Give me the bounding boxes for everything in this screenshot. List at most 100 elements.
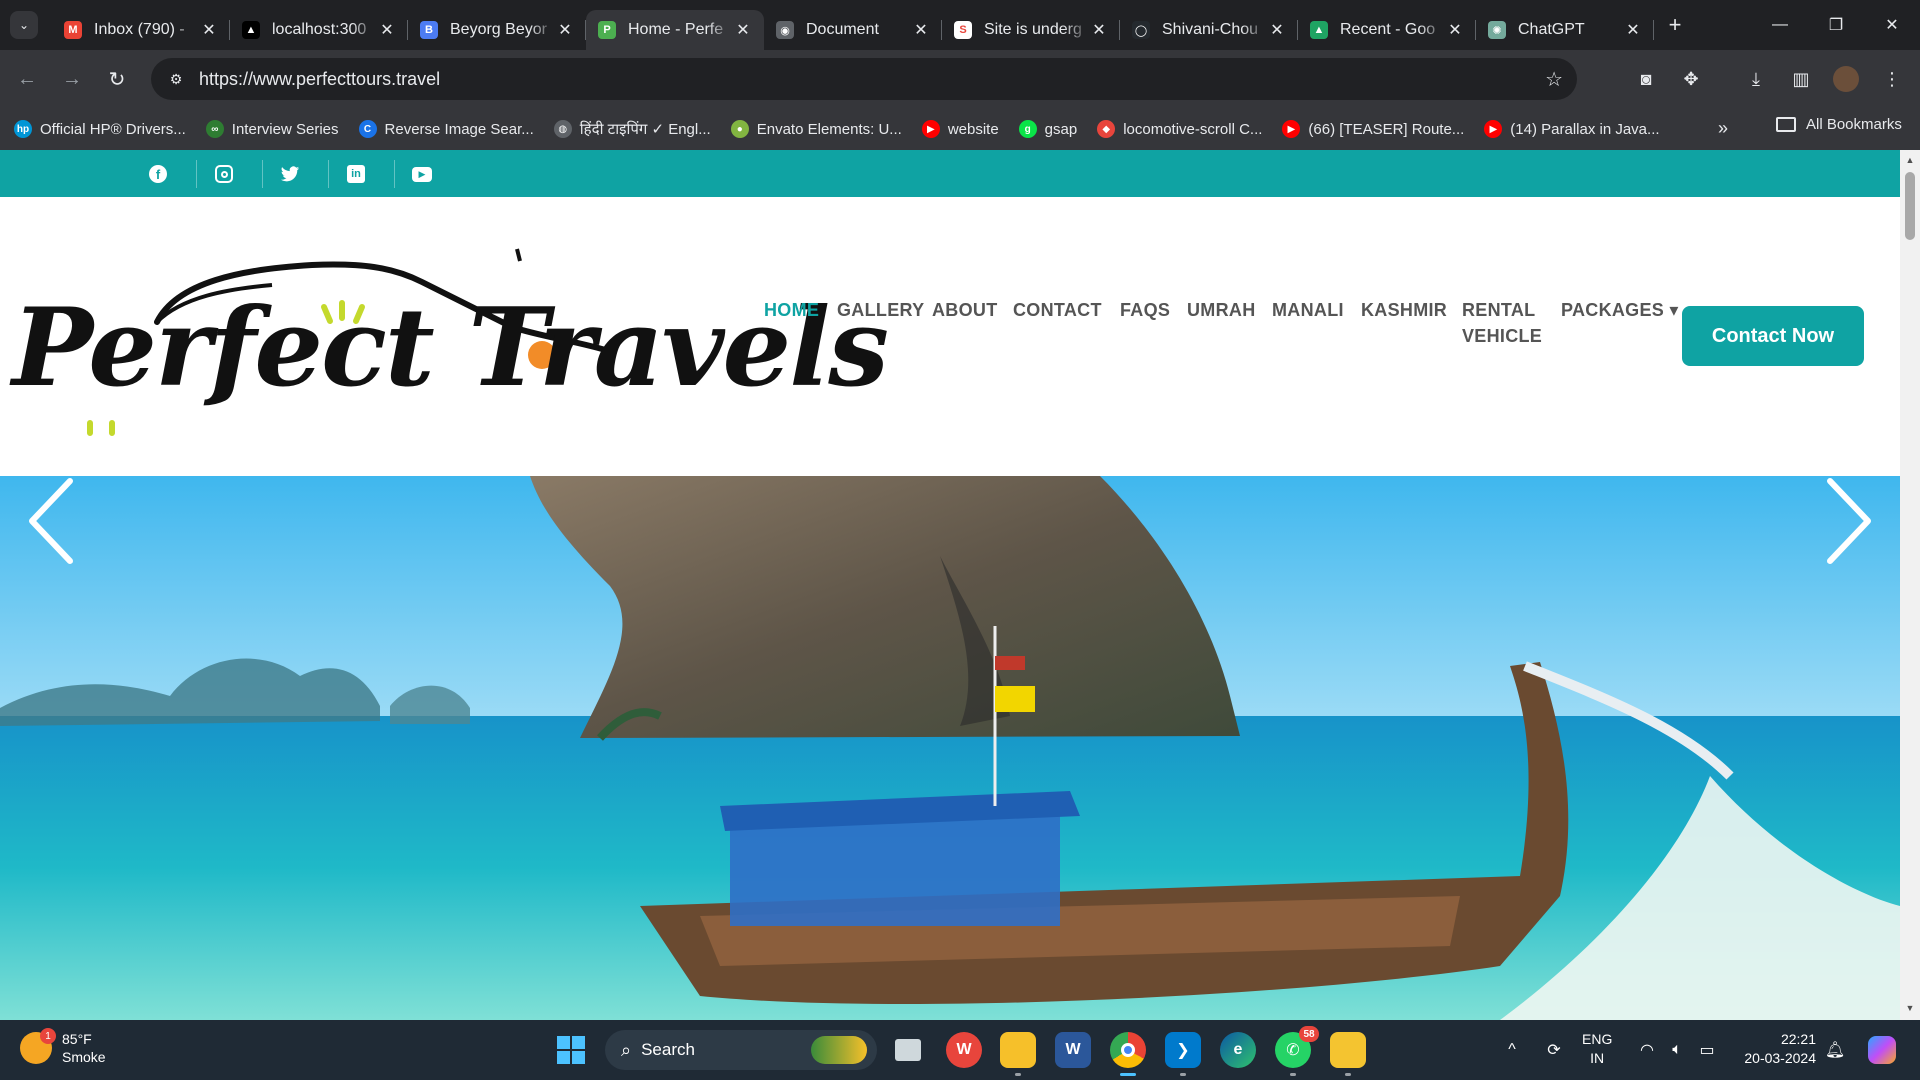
tray-overflow-icon[interactable]: ^ [1500,1020,1524,1080]
reload-icon[interactable]: ↻ [99,61,135,97]
bookmark-item[interactable]: C Reverse Image Sear... [358,120,534,138]
whatsapp-icon[interactable]: ✆ 58 [1275,1026,1319,1076]
wifi-icon[interactable]: ◠ [1634,1020,1660,1080]
menu-kebab-icon[interactable]: ⋮ [1877,64,1907,94]
tab-close-icon[interactable]: ✕ [200,20,218,40]
nav-manali[interactable]: MANALI [1272,297,1344,323]
browser-tab[interactable]: S Site is underg ✕ [942,10,1120,50]
bookmark-star-icon[interactable]: ☆ [1545,67,1563,92]
tab-close-icon[interactable]: ✕ [912,20,930,40]
clock[interactable]: 22:21 20-03-2024 [1736,1030,1816,1068]
profile-avatar[interactable] [1831,64,1861,94]
nav-gallery[interactable]: GALLERY [837,297,924,323]
brand-logo[interactable]: Perfect Travels [12,227,889,447]
bookmark-item[interactable]: g gsap [1018,120,1077,138]
bookmark-item[interactable]: ● Envato Elements: U... [730,120,902,138]
carousel-next-arrow-icon[interactable] [1818,476,1878,566]
bookmark-item[interactable]: ◍ हिंदी टाइपिंग ✓ Engl... [553,119,711,139]
edge-icon[interactable]: e [1220,1032,1256,1068]
nav-packages-dropdown[interactable]: PACKAGES ▾ [1561,297,1679,323]
extensions-icon[interactable]: ✥ [1676,64,1706,94]
vscode-icon[interactable]: ❯ [1165,1032,1201,1076]
bookmark-item[interactable]: ▶ (66) [TEASER] Route... [1282,120,1464,138]
tab-close-icon[interactable]: ✕ [734,20,752,40]
tab-title: Beyorg Beyor [450,21,547,38]
interview-icon: ∞ [205,120,224,138]
carousel-prev-arrow-icon[interactable] [22,476,82,566]
tab-close-icon[interactable]: ✕ [1268,20,1286,40]
copilot-icon[interactable] [1864,1020,1900,1080]
bookmark-item[interactable]: ▶ (14) Parallax in Java... [1484,120,1660,138]
page-viewport: f in ▶ Perfect Travels HOME GALLERY ABOU… [0,150,1920,1020]
tab-title: Document [806,21,879,38]
bookmark-item[interactable]: ▶ website [921,120,999,138]
browser-tab[interactable]: B Beyorg Beyor ✕ [408,10,586,50]
nav-umrah[interactable]: UMRAH [1187,297,1256,323]
tab-close-icon[interactable]: ✕ [1446,20,1464,40]
battery-icon[interactable]: ▭ [1694,1020,1720,1080]
notification-bell-icon[interactable]: 🔔︎ [1822,1020,1848,1080]
linkedin-icon[interactable]: in [344,162,368,186]
screenshot-extension-icon[interactable]: ◙ [1631,64,1661,94]
browser-tab[interactable]: M Inbox (790) - ✕ [52,10,230,50]
taskbar-search[interactable]: ⌕ Search [605,1030,877,1070]
vercel-triangle-icon: ▲ [242,21,260,39]
browser-tab[interactable]: ✺ ChatGPT ✕ [1476,10,1654,50]
site-info-icon[interactable]: ⚙ [163,66,189,92]
contact-now-button[interactable]: Contact Now [1682,306,1864,366]
back-icon[interactable]: ← [9,61,45,97]
url-text[interactable]: https://www.perfecttours.travel [199,69,440,90]
tab-close-icon[interactable]: ✕ [378,20,396,40]
sync-icon[interactable]: ⟳ [1540,1020,1568,1080]
search-highlight-icon [811,1036,867,1064]
bookmark-item[interactable]: hp Official HP® Drivers... [14,120,186,138]
bookmark-item[interactable]: ◆ locomotive-scroll C... [1097,120,1262,138]
scroll-up-icon[interactable]: ▲ [1904,154,1916,166]
browser-tab[interactable]: ▲ Recent - Goo ✕ [1298,10,1476,50]
minimize-icon[interactable]: — [1752,0,1808,50]
facebook-icon[interactable]: f [146,162,170,186]
browser-tab[interactable]: P Home - Perfe ✕ [586,10,764,50]
tab-close-icon[interactable]: ✕ [1624,20,1642,40]
nav-kashmir[interactable]: KASHMIR [1361,297,1447,323]
page-scrollbar[interactable]: ▲ ▼ [1900,150,1920,1020]
restore-icon[interactable]: ❐ [1808,0,1864,50]
twitter-icon[interactable] [278,162,302,186]
taskbar-search-label: Search [641,1040,695,1059]
browser-tab[interactable]: ◉ Document ✕ [764,10,942,50]
close-window-icon[interactable]: ✕ [1864,0,1920,50]
scroll-thumb[interactable] [1905,172,1915,240]
youtube-icon[interactable]: ▶ [410,162,434,186]
instagram-icon[interactable] [212,162,236,186]
nav-contact[interactable]: CONTACT [1013,297,1102,323]
forward-icon[interactable]: → [54,61,90,97]
all-bookmarks-button[interactable]: All Bookmarks [1776,116,1902,133]
windows-start-icon[interactable] [557,1036,585,1064]
chrome-icon[interactable] [1110,1032,1146,1076]
tab-close-icon[interactable]: ✕ [556,20,574,40]
sticky-notes-icon[interactable] [1330,1032,1366,1076]
wps-office-icon[interactable]: W [946,1032,982,1068]
nav-rental-vehicle[interactable]: RENTAL VEHICLE [1462,297,1554,349]
browser-tab[interactable]: ◯ Shivani-Chou ✕ [1120,10,1298,50]
weather-widget[interactable]: 1 85°F Smoke [20,1028,106,1066]
tab-close-icon[interactable]: ✕ [1090,20,1108,40]
nav-about[interactable]: ABOUT [932,297,998,323]
task-view-icon[interactable] [890,1032,926,1068]
browser-tab[interactable]: ▲ localhost:300 ✕ [230,10,408,50]
word-icon[interactable]: W [1055,1032,1091,1068]
address-bar[interactable]: ⚙ https://www.perfecttours.travel ☆ [151,58,1577,100]
downloads-icon[interactable]: ⤓ [1741,64,1771,94]
side-panel-icon[interactable]: ▥ [1786,64,1816,94]
volume-icon[interactable]: 🔈︎ [1664,1020,1690,1080]
file-explorer-icon[interactable] [1000,1032,1036,1076]
bookmark-item[interactable]: ∞ Interview Series [205,120,339,138]
divider [196,160,197,188]
scroll-down-icon[interactable]: ▼ [1904,1002,1916,1014]
more-bookmarks-icon[interactable]: » [1718,118,1728,139]
tab-search-icon[interactable]: ⌄ [10,11,38,39]
nav-home[interactable]: HOME [764,297,819,323]
new-tab-icon[interactable]: + [1660,10,1690,40]
language-indicator[interactable]: ENG IN [1582,1030,1612,1068]
nav-faqs[interactable]: FAQS [1120,297,1170,323]
